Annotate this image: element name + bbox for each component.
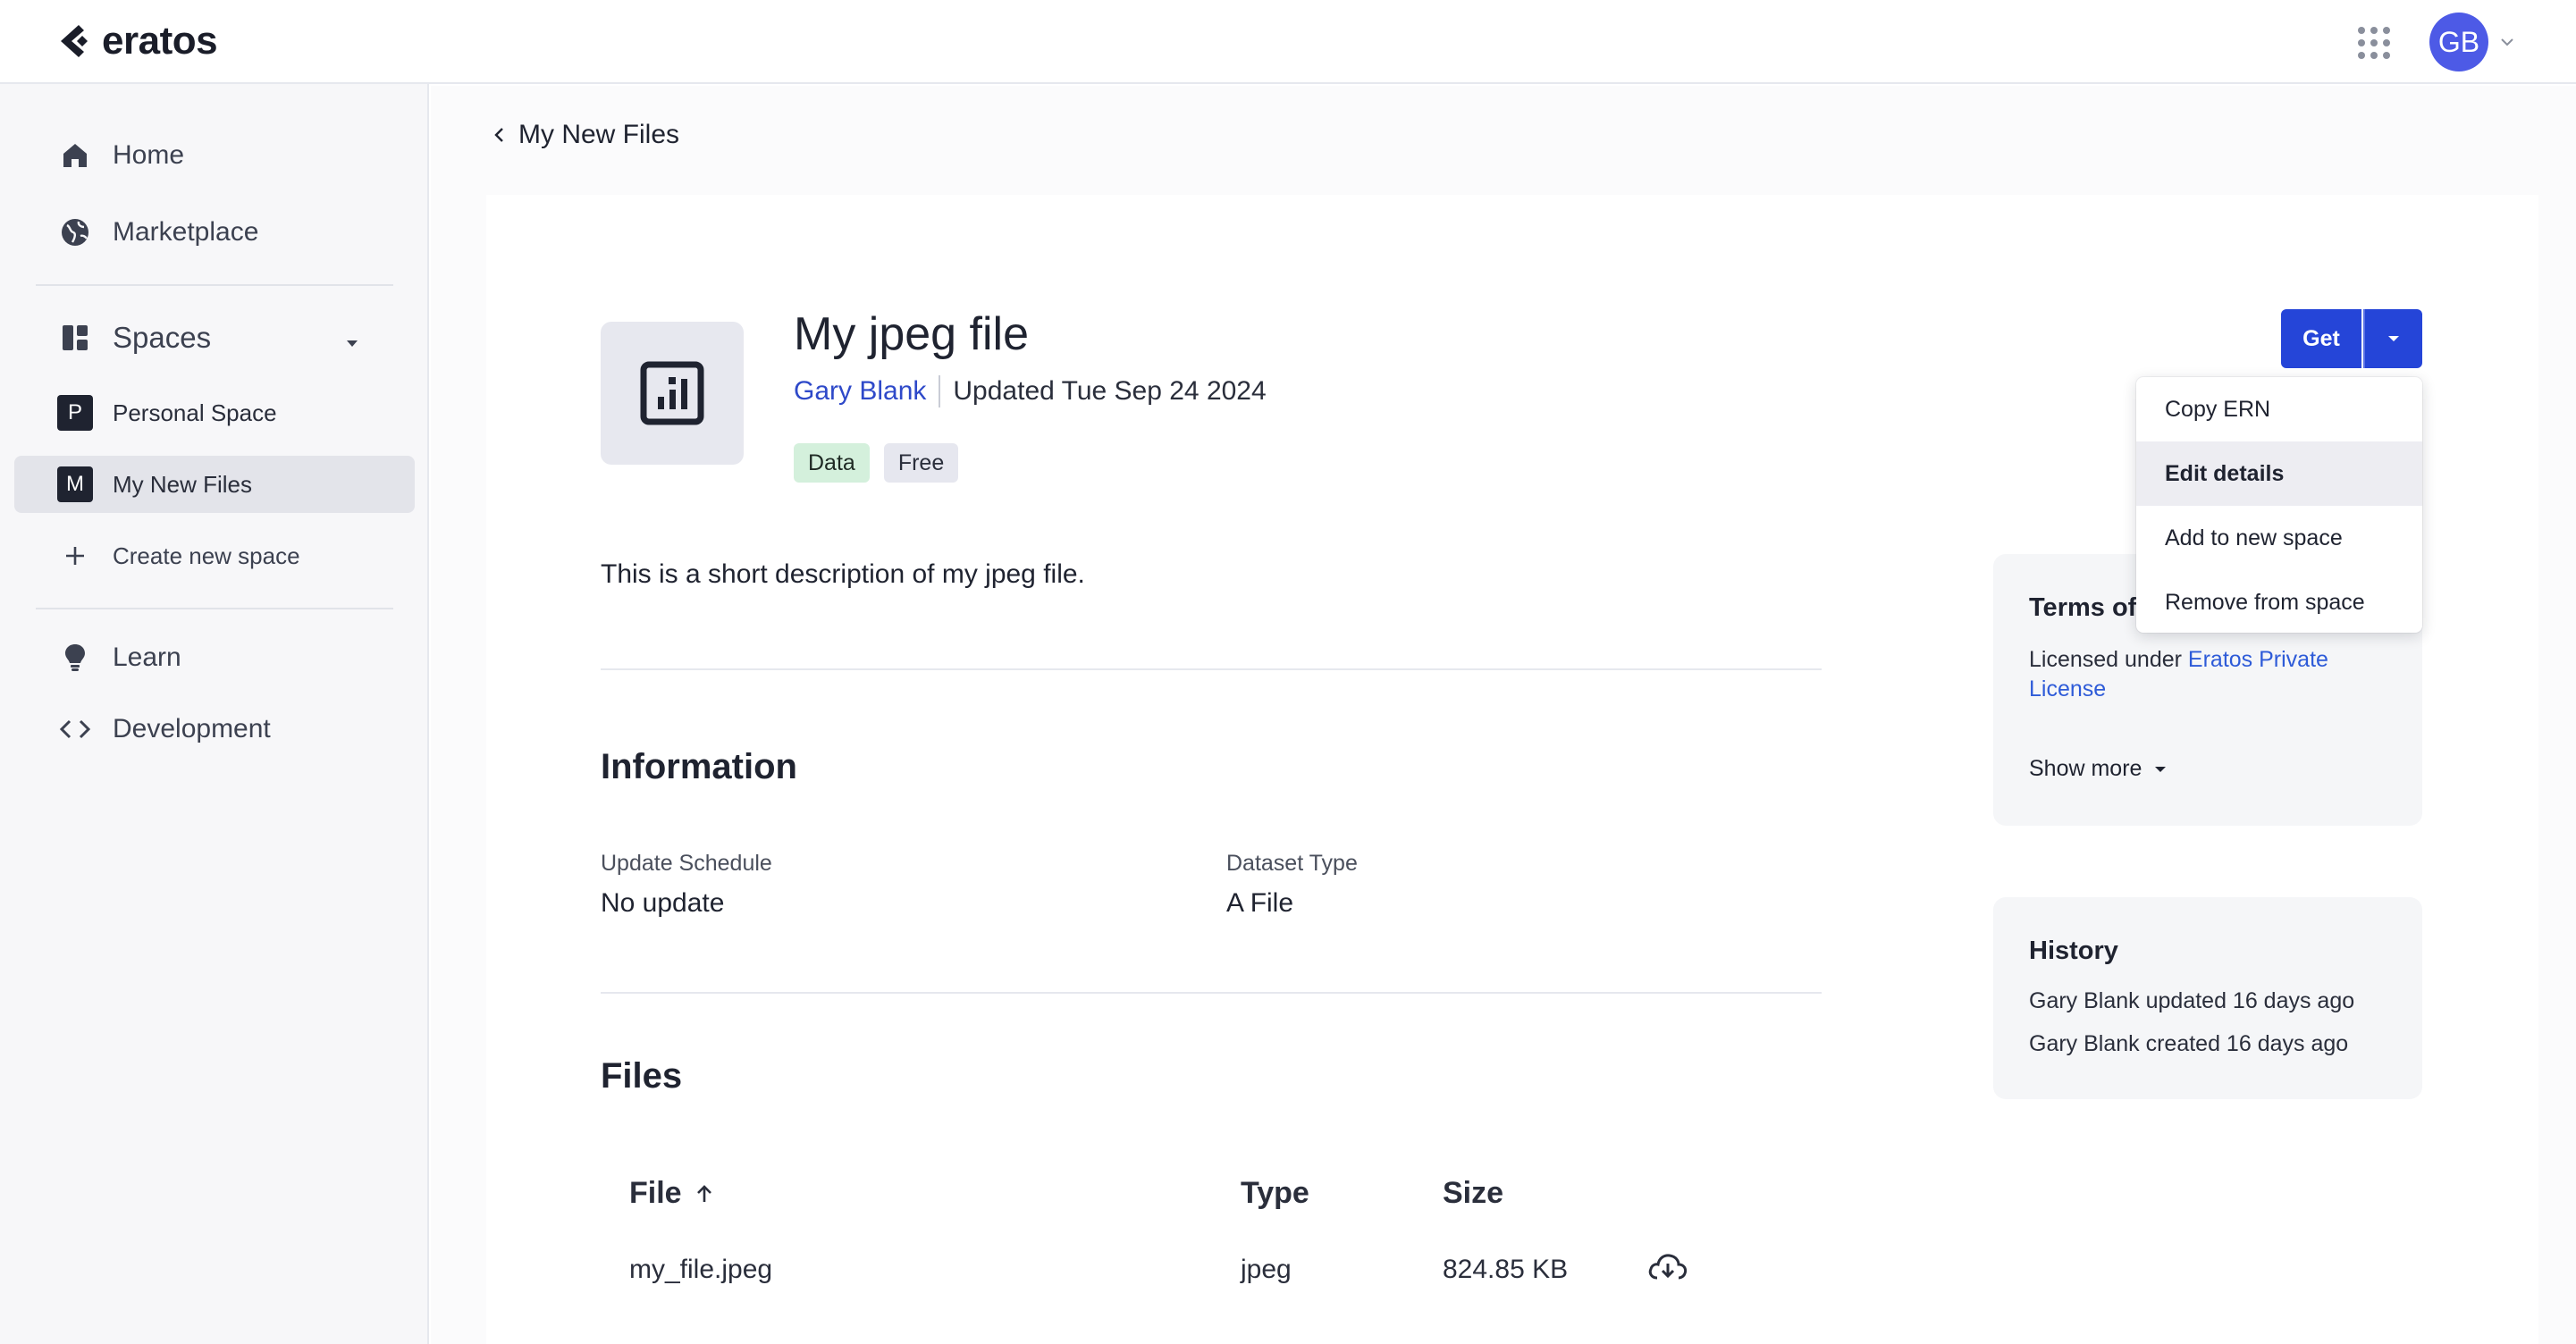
- breadcrumb-label: My New Files: [518, 120, 680, 149]
- sidebar-item-label: Personal Space: [113, 399, 277, 426]
- section-divider: [601, 992, 1822, 994]
- history-title: History: [2029, 937, 2118, 965]
- apps-grid-icon[interactable]: [2358, 27, 2390, 59]
- sidebar-item-label: Spaces: [113, 321, 212, 354]
- update-schedule-label: Update Schedule: [601, 851, 772, 876]
- column-header-file[interactable]: File: [629, 1176, 716, 1211]
- column-header-type[interactable]: Type: [1241, 1176, 1309, 1211]
- arrow-up-icon: [696, 1184, 711, 1202]
- dataset-type-value: A File: [1226, 888, 1294, 918]
- sidebar-item-label: Development: [113, 714, 271, 743]
- update-schedule-value: No update: [601, 888, 725, 918]
- caret-down-icon: [2155, 766, 2167, 772]
- file-type-cell: jpeg: [1241, 1255, 1292, 1284]
- space-badge: M: [57, 466, 93, 502]
- licensed-under-label: Licensed under: [2029, 647, 2182, 672]
- sidebar-item-label: Home: [113, 140, 185, 170]
- home-icon: [57, 138, 93, 173]
- author-link[interactable]: Gary Blank: [794, 376, 926, 407]
- get-button[interactable]: Get: [2281, 309, 2361, 368]
- file-size-cell: 824.85 KB: [1443, 1255, 1569, 1284]
- meta-separator: [939, 375, 941, 407]
- code-icon: [57, 711, 93, 747]
- dataset-thumbnail: [601, 322, 744, 465]
- menu-item-remove-from-space[interactable]: Remove from space: [2136, 570, 2422, 633]
- column-header-label: File: [629, 1176, 682, 1210]
- sidebar-item-personal-space[interactable]: P Personal Space: [14, 384, 415, 441]
- sidebar-item-label: Create new space: [113, 542, 300, 569]
- license-link[interactable]: Eratos Private: [2188, 647, 2328, 672]
- caret-down-icon: [2388, 336, 2399, 341]
- sidebar-item-learn[interactable]: Learn: [14, 629, 415, 686]
- show-more-toggle[interactable]: Show more: [2029, 756, 2168, 782]
- menu-item-edit-details[interactable]: Edit details: [2136, 441, 2422, 506]
- sidebar-item-label: My New Files: [113, 470, 253, 498]
- top-bar: eratos GB: [0, 0, 2576, 84]
- sidebar-item-my-new-files[interactable]: M My New Files: [14, 456, 415, 513]
- get-menu-toggle[interactable]: [2363, 309, 2422, 368]
- show-more-label: Show more: [2029, 756, 2142, 781]
- dataset-title: My jpeg file: [794, 308, 1029, 360]
- sidebar-item-home[interactable]: Home: [14, 127, 415, 184]
- cloud-download-icon[interactable]: [1646, 1249, 1689, 1285]
- brand-name: eratos: [102, 19, 218, 63]
- menu-item-copy-ern[interactable]: Copy ERN: [2136, 377, 2422, 441]
- license-text: Licensed under Eratos Private License: [2029, 645, 2328, 704]
- history-entry: Gary Blank updated 16 days ago: [2029, 988, 2355, 1013]
- information-heading: Information: [601, 747, 797, 786]
- sidebar-item-label: Marketplace: [113, 217, 259, 247]
- menu-item-add-to-new-space[interactable]: Add to new space: [2136, 506, 2422, 570]
- dataset-meta: Gary Blank Updated Tue Sep 24 2024: [794, 375, 1267, 407]
- space-badge: P: [57, 395, 93, 431]
- sidebar-item-label: Learn: [113, 643, 181, 672]
- files-heading: Files: [601, 1056, 683, 1096]
- eratos-logo-icon: [61, 25, 88, 57]
- globe-icon: [57, 214, 93, 250]
- dataset-description: This is a short description of my jpeg f…: [601, 559, 1085, 589]
- file-name-cell[interactable]: my_file.jpeg: [629, 1255, 772, 1285]
- chart-box-icon: [640, 361, 704, 425]
- sidebar-item-marketplace[interactable]: Marketplace: [14, 204, 415, 261]
- plus-icon: [57, 538, 93, 574]
- lightbulb-icon: [57, 640, 93, 676]
- get-dropdown-menu: Copy ERN Edit details Add to new space R…: [2136, 377, 2422, 633]
- sidebar-divider: [36, 284, 393, 286]
- sidebar-divider: [36, 608, 393, 609]
- sidebar: Home Marketplace Spaces P Personal Space…: [0, 84, 429, 1344]
- tag-list: Data Free: [794, 443, 972, 483]
- history-panel: History Gary Blank updated 16 days ago G…: [1993, 897, 2422, 1099]
- sidebar-item-create-space[interactable]: Create new space: [14, 527, 415, 584]
- chevron-left-icon: [494, 128, 503, 142]
- section-divider: [601, 668, 1822, 670]
- updated-date: Updated Tue Sep 24 2024: [953, 376, 1267, 406]
- tag-data: Data: [794, 443, 870, 483]
- user-avatar[interactable]: GB: [2429, 13, 2488, 71]
- caret-down-icon[interactable]: [343, 334, 361, 352]
- dataset-type-label: Dataset Type: [1226, 851, 1358, 876]
- eratos-logo[interactable]: eratos: [55, 19, 218, 63]
- sidebar-item-development[interactable]: Development: [14, 701, 415, 758]
- license-link-cont[interactable]: License: [2029, 676, 2106, 701]
- history-entry: Gary Blank created 16 days ago: [2029, 1031, 2349, 1056]
- terms-title: Terms of: [2029, 593, 2137, 622]
- dashboard-icon: [57, 320, 93, 356]
- tag-free: Free: [883, 443, 959, 483]
- breadcrumb[interactable]: My New Files: [490, 120, 679, 150]
- chevron-down-icon[interactable]: [2497, 32, 2517, 52]
- column-header-size[interactable]: Size: [1443, 1176, 1503, 1211]
